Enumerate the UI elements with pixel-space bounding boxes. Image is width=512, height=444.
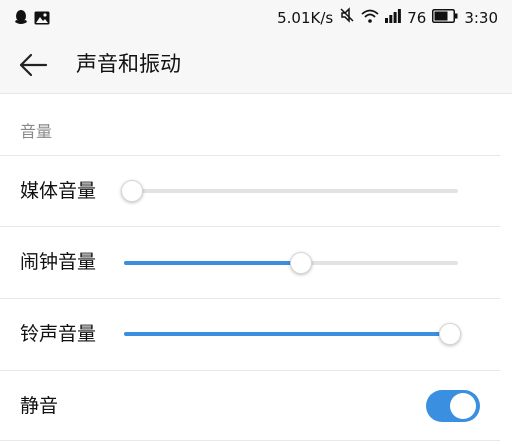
divider — [0, 440, 500, 441]
status-time: 3:30 — [464, 8, 498, 27]
slider-track — [124, 189, 458, 193]
mute-label: 静音 — [20, 395, 59, 417]
network-speed: 5.01K/s — [277, 8, 334, 27]
divider — [0, 298, 500, 299]
slider-thumb[interactable] — [439, 323, 461, 345]
status-bar: 5.01K/s 76 3:30 — [0, 0, 512, 36]
signal-icon — [385, 8, 402, 28]
ringtone-volume-label: 铃声音量 — [20, 323, 97, 345]
mute-toggle[interactable] — [426, 390, 480, 422]
media-volume-slider[interactable] — [121, 179, 458, 203]
wifi-icon — [361, 8, 379, 28]
back-button[interactable] — [16, 50, 50, 80]
section-header-volume: 音量 — [20, 122, 53, 141]
page-title: 声音和振动 — [76, 52, 181, 76]
alarm-volume-label: 闹钟音量 — [20, 251, 97, 273]
alarm-volume-slider[interactable] — [124, 251, 458, 275]
app-bar: 声音和振动 — [0, 36, 512, 94]
qq-icon — [14, 9, 28, 29]
media-volume-label: 媒体音量 — [20, 180, 97, 202]
slider-thumb[interactable] — [290, 252, 312, 274]
mute-icon — [339, 7, 355, 28]
image-icon — [34, 10, 50, 29]
ringtone-volume-slider[interactable] — [124, 322, 461, 346]
back-arrow-icon — [19, 53, 48, 77]
slider-fill — [124, 261, 301, 265]
slider-thumb[interactable] — [121, 180, 143, 202]
divider — [0, 155, 500, 156]
divider — [0, 226, 500, 227]
toggle-knob — [450, 393, 476, 419]
status-right: 5.01K/s 76 3:30 — [277, 7, 498, 28]
battery-level: 76 — [407, 8, 427, 27]
battery-icon — [432, 8, 458, 28]
divider — [0, 370, 500, 371]
slider-fill — [124, 332, 451, 336]
status-left-icons — [14, 9, 50, 29]
